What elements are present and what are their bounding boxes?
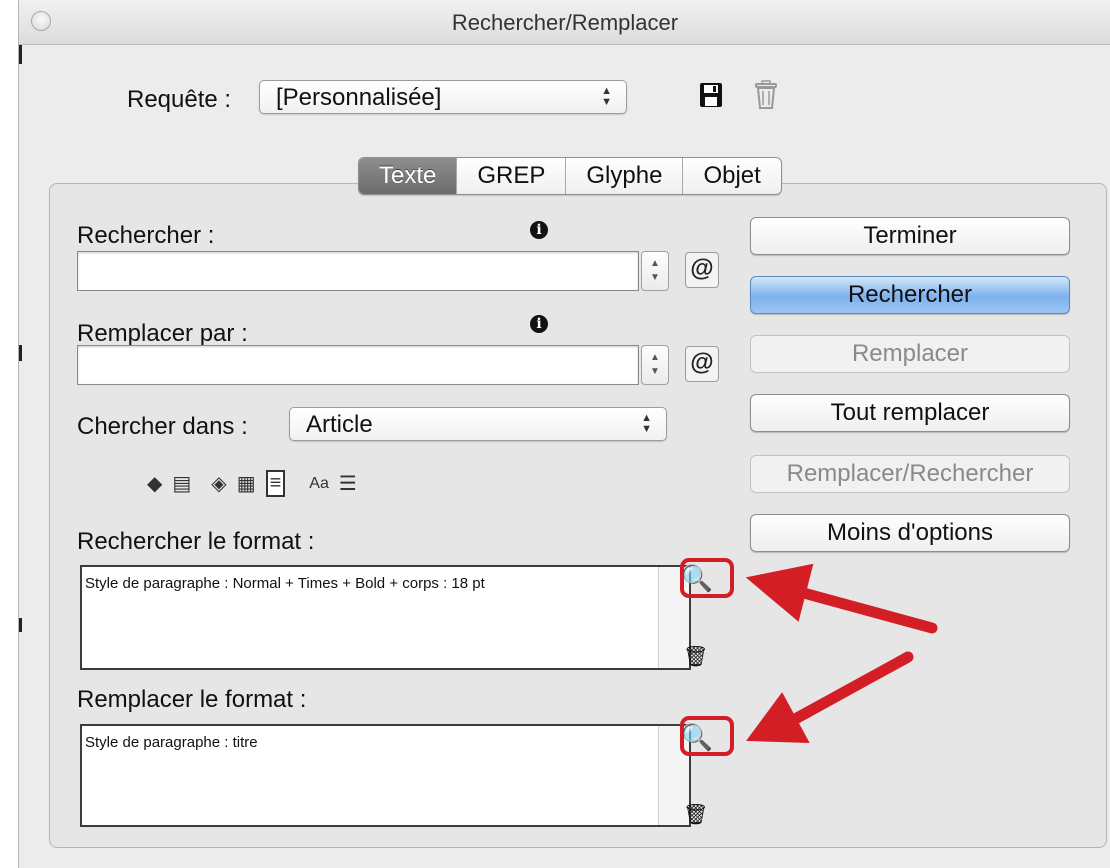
arrowhead-find-format <box>745 563 814 622</box>
annotation-arrows <box>745 563 938 744</box>
arrow-shaft-replace-format <box>791 651 914 724</box>
arrow-shaft-find-format <box>794 586 938 634</box>
